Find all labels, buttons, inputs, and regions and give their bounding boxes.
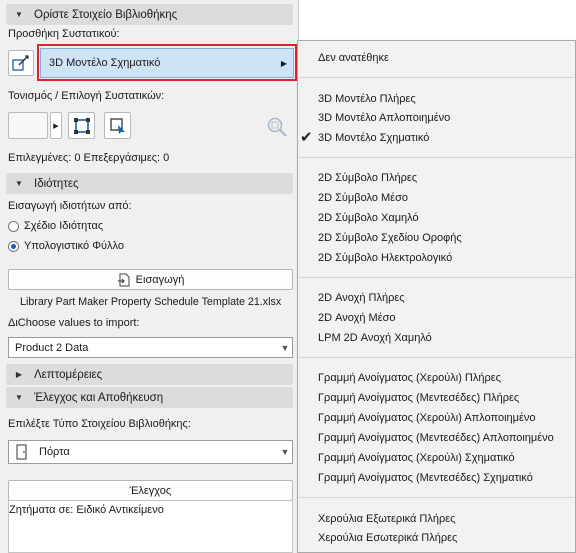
selection-status: Επιλεγμένες: 0 Επεξεργάσιμες: 0 [8,152,170,164]
swatch-arrow-button[interactable]: ▶ [50,112,62,139]
menu-item-opening-hinge-simplified[interactable]: Γραμμή Ανοίγματος (Μεντεσέδες) Απλοποιημ… [318,432,554,444]
library-part-panel: ▼ Ορίστε Στοιχείο Βιβλιοθήκης Προσθήκη Σ… [0,0,299,553]
add-component-label: Προσθήκη Συστατικού: [8,28,120,40]
menu-separator [299,77,574,78]
choose-values-label: ΔιChoose values to import: [8,317,139,329]
section-title: Έλεγχος και Αποθήκευση [34,391,164,404]
menu-item-3d-simplified[interactable]: 3D Μοντέλο Απλοποιημένο [318,112,450,124]
triangle-right-icon: ▶ [15,370,23,379]
menu-item-opening-handle-schematic[interactable]: Γραμμή Ανοίγματος (Χερούλι) Σχηματικό [318,452,515,464]
details-header[interactable]: ▶ Λεπτομέρειες [6,364,293,385]
check-mark-icon: ✔ [300,129,313,146]
menu-item-2d-full[interactable]: 2D Σύμβολο Πλήρες [318,172,417,184]
zoom-icon[interactable] [266,116,288,138]
select-component-icon [73,117,90,134]
menu-item-opening-hinge-full[interactable]: Γραμμή Ανοίγματος (Μεντεσέδες) Πλήρες [318,392,519,404]
select-all-button[interactable] [68,112,95,139]
section-title: Ορίστε Στοιχείο Βιβλιοθήκης [34,8,178,21]
file-name: Library Part Maker Property Schedule Tem… [20,296,282,308]
triangle-right-icon: ▶ [53,122,59,130]
radio-label: Υπολογιστικό Φύλλο [24,240,124,252]
menu-item-tolerance-low[interactable]: LPM 2D Ανοχή Χαμηλό [318,332,432,344]
triangle-down-icon: ▼ [15,179,23,188]
import-button-label: Εισαγωγή [135,273,185,286]
set-library-part-header[interactable]: ▼ Ορίστε Στοιχείο Βιβλιοθήκης [6,4,293,25]
add-component-icon [12,55,29,71]
menu-separator [299,357,574,358]
menu-item-3d-schematic[interactable]: 3D Μοντέλο Σχηματικό [318,132,429,144]
component-dropdown-menu: Δεν ανατέθηκε 3D Μοντέλο Πλήρες 3D Μοντέ… [297,40,576,553]
check-save-header[interactable]: ▼ Έλεγχος και Αποθήκευση [6,387,293,408]
menu-item-opening-hinge-schematic[interactable]: Γραμμή Ανοίγματος (Μεντεσέδες) Σχηματικό [318,472,533,484]
select-component-icon [109,117,125,134]
properties-header[interactable]: ▼ Ιδιότητες [6,173,293,194]
menu-item-2d-electrical[interactable]: 2D Σύμβολο Ηλεκτρολογικό [318,252,452,264]
triangle-down-icon: ▼ [15,10,23,19]
triangle-down-icon: ▼ [15,393,23,402]
issues-area[interactable]: Ζητήματα σε: Ειδικό Αντικείμενο [8,500,293,553]
check-button[interactable]: Έλεγχος [8,480,293,501]
menu-item-2d-low[interactable]: 2D Σύμβολο Χαμηλό [318,212,419,224]
menu-item-opening-handle-simplified[interactable]: Γραμμή Ανοίγματος (Χερούλι) Απλοποιημένο [318,412,536,424]
menu-item-opening-handle-full[interactable]: Γραμμή Ανοίγματος (Χερούλι) Πλήρες [318,372,501,384]
chevron-down-icon: ▼ [280,342,290,353]
component-swatch[interactable] [8,112,48,139]
menu-item-3d-full[interactable]: 3D Μοντέλο Πλήρες [318,93,416,105]
chevron-down-icon: ▼ [280,447,290,457]
check-button-label: Έλεγχος [129,484,172,497]
menu-item-not-assigned[interactable]: Δεν ανατέθηκε [318,52,389,64]
section-title: Λεπτομέρειες [34,368,103,381]
menu-item-handles-interior[interactable]: Χερούλια Εσωτερικά Πλήρες [318,532,457,544]
radio-spreadsheet[interactable] [8,241,19,252]
menu-item-tolerance-medium[interactable]: 2D Ανοχή Μέσο [318,312,396,324]
radio-label: Σχέδιο Ιδιότητας [24,220,104,232]
combo-value: Πόρτα [39,446,70,458]
select-type-label: Επιλέξτε Τύπο Στοιχείου Βιβλιοθήκης: [8,418,191,430]
door-icon [16,444,27,460]
import-button[interactable]: Εισαγωγή [8,269,293,290]
highlight-frame [37,44,297,81]
menu-separator [299,157,574,158]
import-icon [117,273,130,286]
product-combo[interactable]: Product 2 Data ▼ [8,337,293,358]
combo-value: Product 2 Data [15,341,89,354]
highlight-label: Τονισμός / Επιλογή Συστατικών: [8,90,165,102]
section-title: Ιδιότητες [34,177,79,190]
choose-values-prefix: Δι [8,317,18,329]
select-component-button[interactable] [104,112,131,139]
radio-property-design[interactable] [8,221,19,232]
menu-separator [299,277,574,278]
menu-separator [299,497,574,498]
menu-item-2d-ceiling[interactable]: 2D Σύμβολο Σχεδίου Οροφής [318,232,462,244]
choose-values-text: Choose values to import: [17,317,140,329]
menu-item-tolerance-full[interactable]: 2D Ανοχή Πλήρες [318,292,405,304]
issues-label: Ζητήματα σε: Ειδικό Αντικείμενο [9,504,164,516]
add-component-button[interactable] [8,50,34,76]
type-combo[interactable]: Πόρτα ▼ [8,440,293,464]
menu-item-2d-medium[interactable]: 2D Σύμβολο Μέσο [318,192,408,204]
menu-item-handles-exterior[interactable]: Χερούλια Εξωτερικά Πλήρες [318,513,455,525]
import-from-label: Εισαγωγή ιδιοτήτων από: [8,200,132,212]
